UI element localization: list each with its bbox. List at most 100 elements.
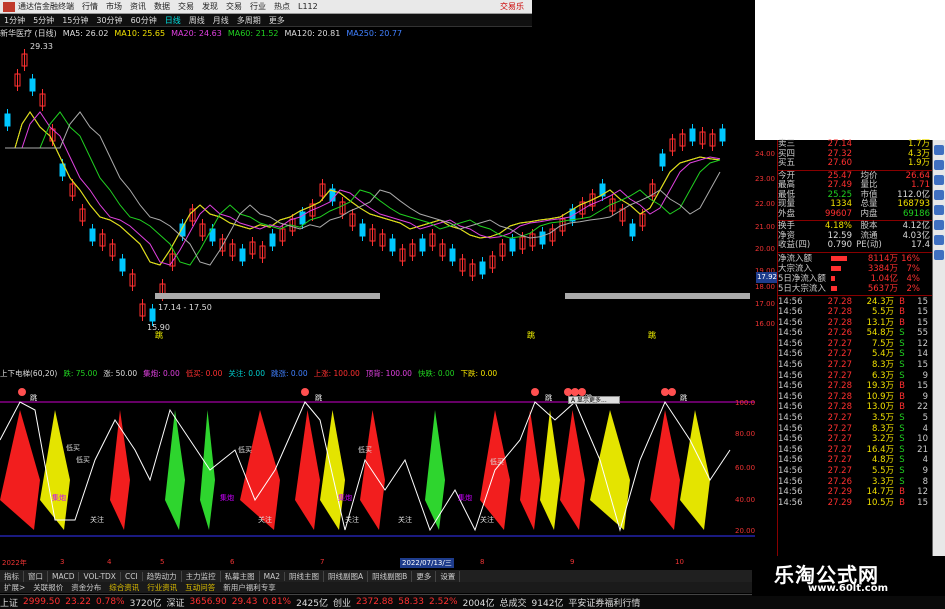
tick-row: 14:56 27.29 10.5万 B 15 [778, 498, 932, 509]
tick-side: B [899, 497, 905, 508]
tool-icon[interactable] [934, 160, 944, 170]
tab-window[interactable]: 窗口 [24, 570, 48, 582]
tab-yin-main[interactable]: 阴线主图 [285, 570, 325, 582]
tick-time: 14:56 [778, 381, 803, 392]
tick-side: B [899, 307, 905, 318]
flow-value: 5637万 [867, 283, 898, 294]
tab-yin-a[interactable]: 阴线副图A [324, 570, 369, 582]
stat-label: 收益(四) [778, 240, 811, 250]
total-label: 总成交 [499, 598, 527, 609]
menu-industry[interactable]: 行业 [250, 1, 274, 12]
tool-icon[interactable] [934, 175, 944, 185]
code-label: L112 [298, 2, 318, 11]
tab-fund[interactable]: 资金分布 [67, 582, 105, 593]
sh-label[interactable]: 上证 [0, 596, 23, 609]
tab-indicator[interactable]: 指标 [0, 570, 24, 582]
more-popup[interactable]: A 显示更多... [568, 396, 620, 404]
flow-pct: 16% [901, 253, 920, 264]
tool-icon[interactable] [934, 250, 944, 260]
ma20-value: MA20: 24.63 [171, 28, 222, 38]
ind-axis: 60.00 [735, 464, 755, 472]
tab-industry-news[interactable]: 行业资讯 [143, 582, 181, 593]
tab-main-monitor[interactable]: 主力监控 [182, 570, 221, 582]
tab-welfare[interactable]: 新用户福利专享 [219, 582, 280, 593]
date-axis: 2022年 3 4 5 6 7 2022/07/13/三 8 9 10 [0, 558, 760, 568]
menu-data[interactable]: 数据 [154, 1, 178, 12]
tick-price: 27.28 [827, 317, 852, 328]
menu-trade-2[interactable]: 交易 [226, 1, 250, 12]
date-tick: 5 [160, 558, 165, 566]
period-daily[interactable]: 日线 [161, 15, 185, 26]
tick-time: 14:56 [778, 413, 803, 424]
trade-label[interactable]: 交易乐 [500, 1, 532, 12]
tick-row: 14:56 27.26 3.3万 S 8 [778, 477, 932, 488]
tick-volume: 5.5万 [871, 307, 894, 318]
menu-quotes[interactable]: 行情 [82, 1, 106, 12]
news-ticker[interactable]: 平安证券福利行情 [568, 596, 645, 609]
flow-row: 5日大宗流入 5637万 2% [778, 284, 932, 294]
period-1min[interactable]: 1分钟 [0, 15, 29, 26]
tool-icon[interactable] [934, 205, 944, 215]
tab-trend[interactable]: 趋势动力 [143, 570, 182, 582]
tab-expand[interactable]: 扩展> [0, 582, 29, 593]
axis-tick: 23.00 [754, 175, 775, 183]
period-more[interactable]: 更多 [265, 15, 289, 26]
tick-time: 14:56 [778, 391, 803, 402]
stat-value: 17.4 [911, 240, 930, 250]
signal-dot-icon [668, 388, 676, 396]
tab-macd[interactable]: MACD [48, 571, 80, 581]
elevator-indicator-chart[interactable]: 100.00 80.00 60.00 40.00 20.00 低买 低买 低买 … [0, 380, 755, 558]
tick-row: 14:56 27.27 8.3万 S 4 [778, 424, 932, 435]
tick-volume: 8.3万 [871, 360, 894, 371]
axis-tick: 18.00 [754, 283, 775, 291]
low-buy-label: 低买 [490, 457, 504, 466]
ind-item: 低买: 0.00 [185, 369, 223, 378]
menu-news[interactable]: 资讯 [130, 1, 154, 12]
ma5-value: MA5: 26.02 [62, 28, 109, 38]
tab-yin-b[interactable]: 阴线副图B [368, 570, 413, 582]
tab-private[interactable]: 私募主图 [221, 570, 260, 582]
tick-price: 27.27 [827, 413, 852, 424]
signal-dot-icon [661, 388, 669, 396]
ind-axis: 40.00 [735, 496, 755, 504]
menu-hot[interactable]: 热点 [274, 1, 298, 12]
tick-price: 27.28 [827, 391, 852, 402]
tick-row: 14:56 27.26 54.8万 S 55 [778, 328, 932, 339]
tab-cci[interactable]: CCI [121, 571, 143, 581]
period-multi[interactable]: 多周期 [233, 15, 265, 26]
tab-related[interactable]: 关联报价 [29, 582, 67, 593]
period-30min[interactable]: 30分钟 [92, 15, 126, 26]
flow-row: 大宗流入 3384万 7% [778, 264, 932, 274]
period-15min[interactable]: 15分钟 [58, 15, 92, 26]
tab-ma2[interactable]: MA2 [260, 571, 286, 581]
tick-side: S [899, 444, 905, 455]
cy-label[interactable]: 创业 [333, 596, 356, 609]
tab-vol[interactable]: VOL-TDX [79, 571, 121, 581]
tab-settings[interactable]: 设置 [436, 570, 461, 582]
menu-market[interactable]: 市场 [106, 1, 130, 12]
tick-volume: 24.3万 [866, 296, 894, 307]
flow-label: 5日净流入额 [778, 273, 826, 284]
tab-news[interactable]: 综合资讯 [105, 582, 143, 593]
flow-label: 净流入额 [778, 253, 813, 264]
period-5min[interactable]: 5分钟 [29, 15, 58, 26]
tick-row: 14:56 27.27 6.3万 S 9 [778, 371, 932, 382]
tab-qa[interactable]: 互动问答 [181, 582, 219, 593]
tool-icon[interactable] [934, 190, 944, 200]
tool-icon[interactable] [934, 220, 944, 230]
stat-label: 内盘 [860, 208, 878, 219]
period-weekly[interactable]: 周线 [185, 15, 209, 26]
period-60min[interactable]: 60分钟 [127, 15, 161, 26]
tab-more[interactable]: 更多 [412, 570, 437, 582]
candlestick-chart[interactable]: 29.33 15.90 17.14 - 17.50 跳 跳 跳 [0, 40, 755, 340]
menu-trade[interactable]: 交易 [178, 1, 202, 12]
menu-discover[interactable]: 发现 [202, 1, 226, 12]
period-monthly[interactable]: 月线 [209, 15, 233, 26]
tool-icon[interactable] [934, 235, 944, 245]
ask-price: 27.60 [827, 158, 852, 168]
flow-pct: 4% [906, 273, 921, 284]
sz-label[interactable]: 深证 [167, 596, 190, 609]
indicator-name[interactable]: 上下电梯(60,20) [0, 368, 63, 379]
tool-icon[interactable] [934, 145, 944, 155]
axis-tick: 24.00 [754, 150, 775, 158]
